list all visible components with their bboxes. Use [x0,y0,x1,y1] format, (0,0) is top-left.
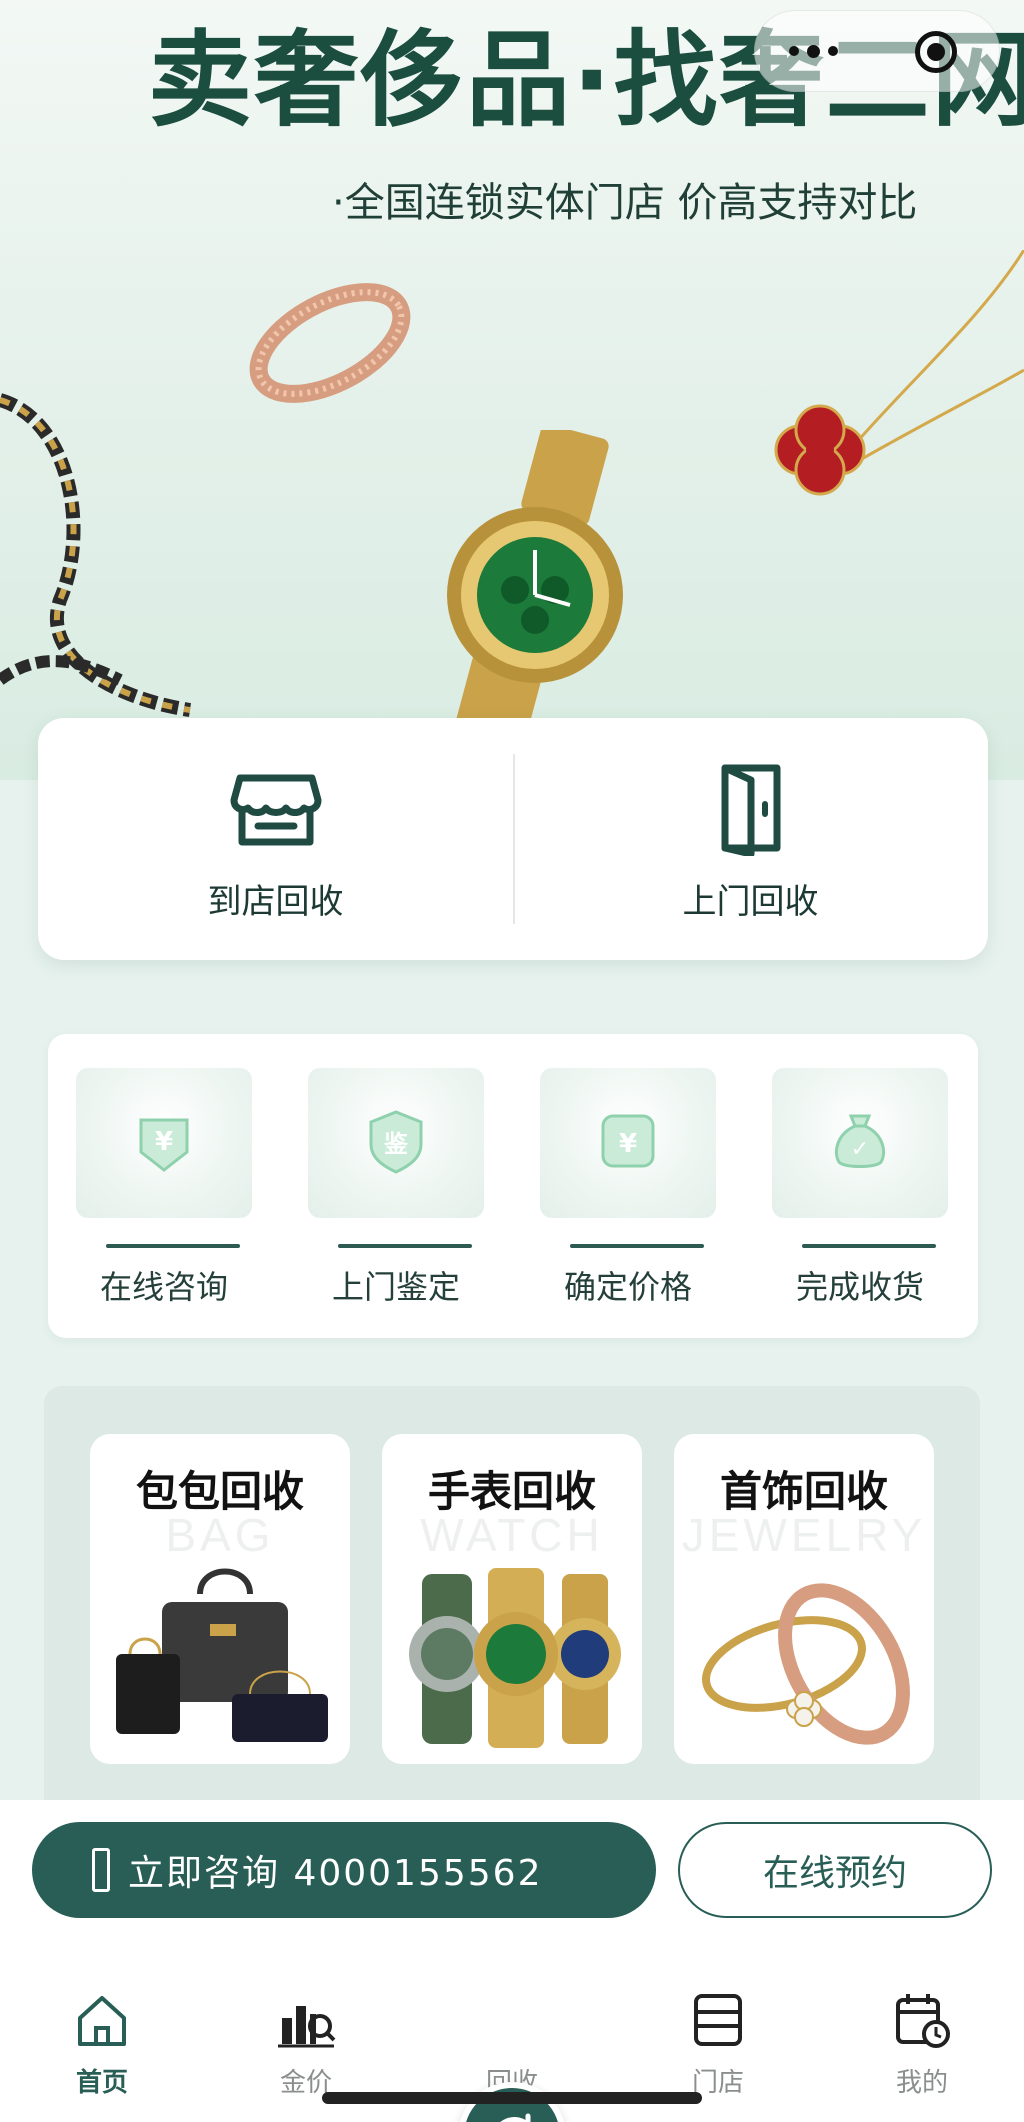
step-tile: ¥ [76,1068,252,1218]
tab-home[interactable]: 首页 [0,1980,204,2110]
clover-necklace-image [774,250,1024,496]
home-icon [78,1996,126,2046]
door-recycle-label: 上门回收 [682,882,819,922]
step-underline [570,1244,704,1248]
watches-image [409,1568,621,1748]
step-underline [338,1244,472,1248]
hero-banner[interactable]: 卖奢侈品·找奢二网 ·全国连锁实体门店 价高支持对比 [0,0,1024,780]
step-symbol: ✓ [851,1137,869,1162]
tab-stores[interactable]: 门店 [616,1980,820,2110]
online-booking-button[interactable]: 在线预约 [678,1822,992,1918]
money-bag-icon: ✓ [834,1114,886,1168]
process-card: ¥ 在线咨询 鉴 上门鉴定 ¥ 确定价格 ✓ 完成收货 [48,1034,978,1338]
yuan-shield-icon: ¥ [139,1118,189,1172]
handbag-image [116,1568,328,1742]
tab-bar: 首页 金价 回收 门店 [0,1980,1024,2122]
step-tile: 鉴 [308,1068,484,1218]
store-recycle-label: 到店回收 [207,882,344,922]
step-label: 确定价格 [563,1268,692,1306]
store-recycle-button[interactable]: 到店回收 [38,718,513,960]
hero-subtitle: ·全国连锁实体门店 价高支持对比 [332,180,918,226]
watch-image [447,430,623,760]
step-symbol: 鉴 [383,1130,409,1158]
consult-call-button[interactable]: 立即咨询 4000155562 [32,1822,656,1918]
chain-necklace-image [0,393,191,717]
more-menu-icon[interactable] [789,41,849,61]
service-card: 到店回收 上门回收 [38,718,988,960]
price-tag-icon: ¥ [601,1114,655,1168]
step-symbol: ¥ [619,1129,637,1159]
door-recycle-button[interactable]: 上门回收 [513,718,988,960]
appraisal-shield-icon: 鉴 [369,1110,423,1174]
category-bag[interactable]: BAG 包包回收 [90,1434,350,1764]
door-icon [721,764,780,856]
category-name: 包包回收 [135,1467,304,1516]
tab-gold-price[interactable]: 金价 [204,1980,408,2110]
step-tile: ¥ [540,1068,716,1218]
chart-search-icon [278,2006,336,2048]
category-watch[interactable]: WATCH 手表回收 [382,1434,642,1764]
close-target-icon[interactable] [915,31,957,73]
bracelet-image [249,283,411,403]
step-confirm-price[interactable]: ¥ 确定价格 [512,1034,744,1338]
bottom-area: 立即咨询 4000155562 在线预约 首页 金价 回收 [0,1800,1024,2122]
store-tab-icon [694,1994,742,2046]
step-label: 上门鉴定 [331,1268,460,1306]
tab-label: 首页 [75,2068,128,2098]
tab-label: 我的 [895,2068,948,2098]
category-panel: BAG 包包回收 WATCH 手表回收 JEWELRY 首饰回收 [44,1386,980,1826]
step-tile: ✓ [772,1068,948,1218]
home-indicator [322,2092,702,2104]
step-underline [802,1244,936,1248]
online-booking-label: 在线预约 [762,1853,907,1894]
miniprogram-capsule [754,10,1000,92]
category-name: 手表回收 [427,1467,596,1516]
category-name: 首饰回收 [719,1467,888,1516]
category-jewelry[interactable]: JEWELRY 首饰回收 [674,1434,934,1764]
store-icon [230,774,321,846]
step-complete-receipt[interactable]: ✓ 完成收货 [744,1034,976,1338]
tab-mine[interactable]: 我的 [820,1980,1024,2110]
step-home-appraisal[interactable]: 鉴 上门鉴定 [280,1034,512,1338]
step-underline [106,1244,240,1248]
consult-call-label: 立即咨询 4000155562 [128,1853,543,1894]
step-online-consult[interactable]: ¥ 在线咨询 [48,1034,280,1338]
calendar-clock-icon [896,1994,950,2048]
phone-icon [92,1848,110,1892]
step-label: 在线咨询 [99,1268,228,1306]
refresh-icon [500,2113,531,2122]
step-label: 完成收货 [795,1268,924,1306]
step-symbol: ¥ [155,1127,173,1157]
jewelry-image [702,1583,910,1745]
